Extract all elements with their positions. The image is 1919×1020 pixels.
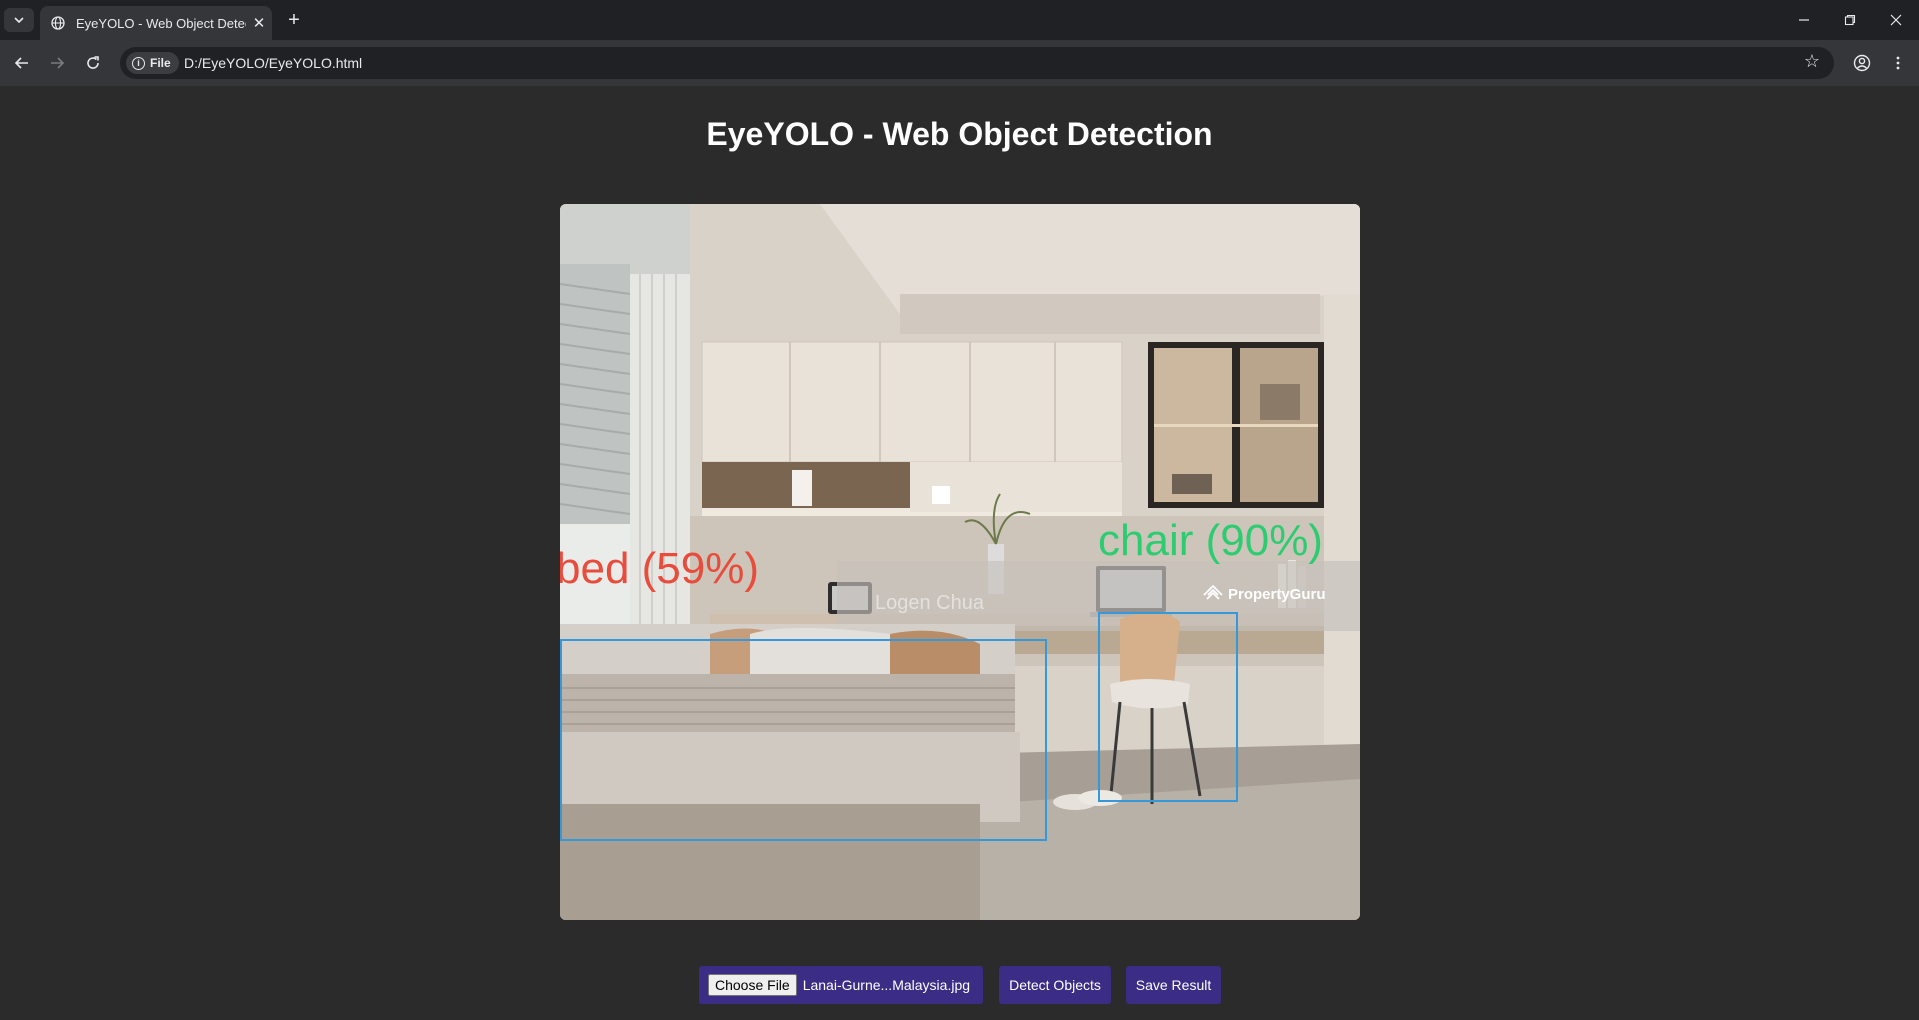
- watermark-text: Logen Chua: [875, 592, 984, 614]
- bookmark-star-icon[interactable]: ☆: [1804, 51, 1820, 72]
- close-icon: [1890, 14, 1902, 26]
- forward-arrow-icon: [51, 57, 65, 69]
- chevron-down-icon: [14, 17, 24, 24]
- browser-toolbar: i File D:/EyeYOLO/EyeYOLO.html ☆: [0, 40, 1919, 86]
- controls-bar: Choose File Lanai-Gurne...Malaysia.jpg D…: [0, 966, 1919, 1006]
- globe-icon: [50, 15, 66, 31]
- browser-tab[interactable]: EyeYOLO - Web Object Detection ✕: [40, 6, 272, 40]
- site-info-chip[interactable]: i File: [126, 52, 179, 74]
- minimize-button[interactable]: [1781, 0, 1827, 40]
- url-text[interactable]: D:/EyeYOLO/EyeYOLO.html: [184, 47, 362, 79]
- detection-canvas: Logen Chua PropertyGuru bed (59%) chair …: [560, 204, 1360, 920]
- bed-bounding-box: [560, 639, 1047, 841]
- menu-button[interactable]: [1884, 49, 1912, 77]
- forward-button[interactable]: [43, 49, 71, 77]
- tab-strip: EyeYOLO - Web Object Detection ✕ +: [0, 0, 1919, 40]
- chair-detection-label: chair (90%): [1098, 516, 1323, 565]
- kebab-menu-icon: [1896, 56, 1900, 70]
- chair-bounding-box: [1098, 612, 1238, 802]
- page-content: EyeYOLO - Web Object Detection Logen Chu…: [0, 86, 1919, 1020]
- selected-file-name: Lanai-Gurne...Malaysia.jpg: [802, 977, 971, 993]
- page-title: EyeYOLO - Web Object Detection: [706, 116, 1213, 152]
- minimize-icon: [1799, 19, 1809, 21]
- file-input[interactable]: Choose File Lanai-Gurne...Malaysia.jpg: [699, 966, 983, 1004]
- tab-close-icon[interactable]: ✕: [250, 14, 268, 32]
- profile-button[interactable]: [1848, 49, 1876, 77]
- save-result-button[interactable]: Save Result: [1126, 966, 1221, 1004]
- profile-icon: [1853, 54, 1871, 72]
- back-button[interactable]: [8, 49, 36, 77]
- info-icon: i: [132, 56, 145, 70]
- site-info-label: File: [150, 56, 171, 70]
- property-logo-icon: [1203, 584, 1223, 600]
- tab-title: EyeYOLO - Web Object Detection: [76, 15, 246, 31]
- new-tab-button[interactable]: +: [282, 8, 306, 32]
- restore-button[interactable]: [1827, 0, 1873, 40]
- close-window-button[interactable]: [1873, 0, 1919, 40]
- tab-search-button[interactable]: [4, 8, 34, 32]
- bed-detection-label: bed (59%): [560, 544, 760, 593]
- choose-file-button[interactable]: Choose File: [708, 974, 797, 996]
- address-bar[interactable]: i File D:/EyeYOLO/EyeYOLO.html ☆: [120, 47, 1834, 79]
- reload-icon: [87, 56, 99, 69]
- back-arrow-icon: [14, 57, 28, 69]
- watermark-brand: PropertyGuru: [1228, 585, 1326, 603]
- reload-button[interactable]: [79, 49, 107, 77]
- detect-objects-button[interactable]: Detect Objects: [999, 966, 1111, 1004]
- watermark-logo: PropertyGuru: [1202, 584, 1326, 604]
- restore-icon: [1844, 14, 1856, 26]
